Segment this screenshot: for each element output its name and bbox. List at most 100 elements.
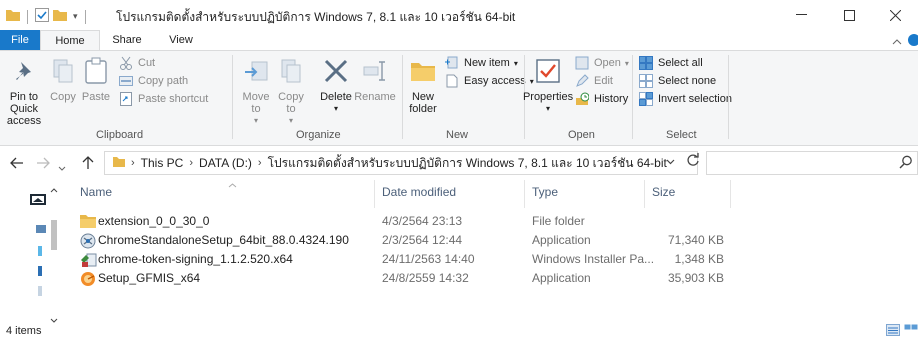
folder-icon[interactable] bbox=[38, 286, 44, 299]
address-dropdown-chevron-icon[interactable] bbox=[666, 157, 675, 168]
this-pc-icon[interactable] bbox=[30, 194, 46, 211]
select-all-button[interactable]: Select all bbox=[638, 55, 703, 71]
dropdown-chevron-icon: ▾ bbox=[253, 116, 258, 125]
cut-button[interactable]: Cut bbox=[118, 55, 155, 71]
copy-button[interactable]: Copy bbox=[48, 55, 78, 103]
file-list: Name Date modified Type Size extension_0… bbox=[72, 180, 918, 328]
tab-share[interactable]: Share bbox=[102, 30, 152, 50]
open-button[interactable]: Open ▾ bbox=[574, 55, 629, 71]
copy-to-icon bbox=[275, 55, 307, 87]
file-date: 2/3/2564 12:44 bbox=[382, 233, 463, 247]
dropdown-chevron-icon: ▾ bbox=[545, 104, 550, 113]
file-name: Setup_GFMIS_x64 bbox=[98, 271, 201, 285]
new-folder-button[interactable]: New folder bbox=[406, 55, 440, 115]
scroll-thumb[interactable] bbox=[51, 220, 57, 250]
up-button[interactable] bbox=[82, 156, 94, 173]
installer-icon bbox=[80, 233, 96, 249]
folder-icon bbox=[6, 9, 20, 24]
select-none-button[interactable]: Select none bbox=[638, 73, 716, 89]
pin-to-quick-access-button[interactable]: Pin to Quick access bbox=[2, 55, 46, 127]
network-icon[interactable] bbox=[38, 246, 44, 259]
quick-access-toolbar: ▾ bbox=[6, 8, 89, 25]
window-title: โปรแกรมติดตั้งสำหรับระบบปฏิบัติการ Windo… bbox=[116, 10, 516, 24]
new-item-button[interactable]: New item ▾ bbox=[444, 55, 518, 71]
delete-button[interactable]: Delete ▾ bbox=[318, 55, 354, 115]
tab-file[interactable]: File bbox=[0, 30, 40, 50]
column-header-name[interactable]: Name bbox=[80, 185, 112, 199]
breadcrumb-this-pc[interactable]: This PC bbox=[141, 156, 184, 170]
file-row[interactable]: extension_0_0_30_0 4/3/2564 23:13 File f… bbox=[72, 212, 772, 231]
file-date: 24/11/2563 14:40 bbox=[382, 252, 475, 266]
dropdown-chevron-icon: ▾ bbox=[513, 58, 518, 68]
breadcrumb-current-folder[interactable]: โปรแกรมติดตั้งสำหรับระบบปฏิบัติการ Windo… bbox=[268, 154, 667, 173]
easy-access-button[interactable]: Easy access ▾ bbox=[444, 73, 534, 89]
large-icons-view-icon[interactable] bbox=[904, 324, 918, 338]
new-item-icon bbox=[444, 56, 460, 70]
properties-button[interactable]: Properties ▾ bbox=[523, 55, 573, 115]
file-date: 24/8/2559 14:32 bbox=[382, 271, 469, 285]
search-box bbox=[706, 151, 918, 175]
scroll-up-arrow-icon[interactable] bbox=[50, 184, 58, 196]
back-button[interactable] bbox=[10, 156, 24, 172]
group-label-open: Open bbox=[568, 129, 595, 141]
paste-button[interactable]: Paste bbox=[80, 55, 112, 103]
edit-button[interactable]: Edit bbox=[574, 73, 613, 89]
navigation-scrollbar[interactable] bbox=[48, 180, 60, 328]
help-icon[interactable] bbox=[908, 34, 918, 49]
edit-icon bbox=[574, 74, 590, 88]
dropdown-chevron-icon: ▾ bbox=[333, 104, 338, 113]
column-header-size[interactable]: Size bbox=[652, 185, 675, 199]
copy-path-button[interactable]: Copy path bbox=[118, 73, 188, 89]
msi-package-icon bbox=[80, 252, 97, 267]
paste-shortcut-button[interactable]: Paste shortcut bbox=[118, 91, 208, 107]
file-row[interactable]: chrome-token-signing_1.1.2.520.x64 24/11… bbox=[72, 250, 772, 269]
move-to-icon bbox=[240, 55, 272, 87]
maximize-button[interactable] bbox=[826, 0, 872, 30]
recent-locations-chevron-icon[interactable] bbox=[58, 159, 66, 175]
ribbon: Pin to Quick access Copy Paste Cut Copy … bbox=[0, 50, 918, 146]
customize-toolbar-chevron-icon[interactable]: ▾ bbox=[73, 11, 78, 22]
properties-icon bbox=[532, 55, 564, 87]
file-type: Windows Installer Pa... bbox=[532, 252, 655, 266]
history-button[interactable]: History bbox=[574, 91, 628, 107]
tab-home[interactable]: Home bbox=[40, 30, 100, 50]
refresh-icon[interactable] bbox=[681, 153, 705, 171]
file-type: File folder bbox=[532, 214, 585, 228]
column-divider[interactable] bbox=[524, 180, 525, 208]
column-divider[interactable] bbox=[644, 180, 645, 208]
properties-check-icon[interactable] bbox=[35, 8, 49, 25]
delete-x-icon bbox=[320, 55, 352, 87]
group-separator bbox=[402, 55, 403, 139]
search-input[interactable] bbox=[707, 152, 887, 174]
column-header-type[interactable]: Type bbox=[532, 185, 558, 199]
address-bar-row: › This PC › DATA (D:) › โปรแกรมติดตั้งสำ… bbox=[0, 146, 918, 180]
breadcrumb-separator-icon: › bbox=[131, 157, 135, 169]
column-header-date[interactable]: Date modified bbox=[382, 185, 456, 199]
tab-view[interactable]: View bbox=[156, 30, 206, 50]
paste-shortcut-icon bbox=[118, 92, 134, 106]
open-file-icon bbox=[574, 56, 590, 70]
column-divider[interactable] bbox=[730, 180, 731, 208]
library-icon[interactable] bbox=[38, 266, 44, 279]
toolbar-separator bbox=[84, 9, 86, 24]
rename-button[interactable]: Rename bbox=[354, 55, 396, 103]
copy-icon bbox=[47, 55, 79, 87]
close-button[interactable] bbox=[872, 0, 918, 30]
invert-selection-button[interactable]: Invert selection bbox=[638, 91, 732, 107]
title-bar: ▾ โปรแกรมติดตั้งสำหรับระบบปฏิบัติการ Win… bbox=[0, 0, 918, 30]
folder-icon bbox=[113, 156, 125, 170]
file-row[interactable]: ChromeStandaloneSetup_64bit_88.0.4324.19… bbox=[72, 231, 772, 250]
move-to-button[interactable]: Move to ▾ bbox=[238, 55, 274, 127]
breadcrumb-data-drive[interactable]: DATA (D:) bbox=[199, 156, 252, 170]
address-bar[interactable]: › This PC › DATA (D:) › โปรแกรมติดตั้งสำ… bbox=[104, 151, 698, 175]
details-view-icon[interactable] bbox=[886, 324, 902, 338]
collapse-ribbon-icon[interactable] bbox=[892, 36, 902, 48]
drive-icon[interactable] bbox=[36, 224, 46, 236]
breadcrumb-separator-icon: › bbox=[189, 157, 194, 169]
column-divider[interactable] bbox=[374, 180, 375, 208]
minimize-button[interactable] bbox=[778, 0, 824, 30]
forward-button[interactable] bbox=[36, 156, 50, 172]
file-row[interactable]: Setup_GFMIS_x64 24/8/2559 14:32 Applicat… bbox=[72, 269, 772, 288]
copy-to-button[interactable]: Copy to ▾ bbox=[276, 55, 306, 127]
new-folder-small-icon[interactable] bbox=[53, 9, 67, 24]
